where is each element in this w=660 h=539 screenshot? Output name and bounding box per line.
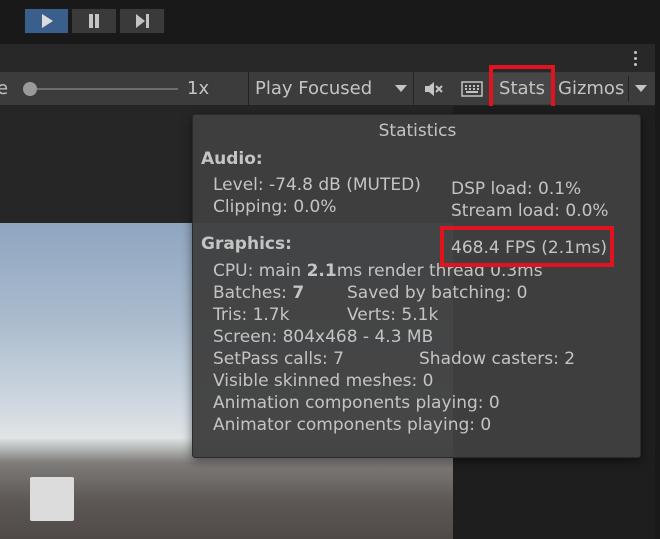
mute-icon [425,81,443,96]
batches-value: 7 [292,283,305,303]
fps-highlight-box [440,226,614,267]
mute-audio-button[interactable] [416,73,452,104]
scale-slider-thumb[interactable] [23,82,37,96]
cpu-main-value: 2.1 [306,261,337,281]
scene-cube [30,477,74,521]
setpass-calls: SetPass calls: 7 [213,349,344,369]
more-options-icon[interactable] [626,48,644,68]
toolbar-divider [413,72,414,105]
scale-slider-track[interactable] [30,88,178,90]
game-view-tab-strip [0,44,655,72]
tris: Tris: 1.7k [213,305,290,325]
visible-skinned-meshes: Visible skinned meshes: 0 [213,371,434,391]
dropdown-arrow-icon [635,85,647,92]
scale-value: 1x [187,78,210,99]
gizmos-dropdown-button[interactable] [628,73,655,104]
statistics-title: Statistics [378,121,457,141]
scale-label: e [0,78,9,99]
audio-header: Audio: [201,149,263,169]
stream-load: Stream load: 0.0% [451,201,609,221]
batches-prefix: Batches: [213,283,293,303]
verts: Verts: 5.1k [347,305,439,325]
step-icon [136,14,149,28]
gizmos-button-label: Gizmos [558,78,625,99]
animator-components: Animator components playing: 0 [213,415,492,435]
keyboard-icon [461,80,483,97]
shadow-casters: Shadow casters: 2 [419,349,576,369]
dropdown-arrow-icon [395,85,407,92]
dsp-load: DSP load: 0.1% [451,179,582,199]
play-mode-label: Play Focused [255,78,373,99]
pause-button[interactable] [71,8,117,34]
play-button[interactable] [24,8,69,34]
pause-icon [89,14,99,28]
shortcuts-button[interactable] [454,73,490,104]
statistics-panel: Statistics Audio: Level: -74.8 dB (MUTED… [192,114,641,458]
play-mode-dropdown[interactable]: Play Focused [249,73,412,104]
graphics-header: Graphics: [201,234,292,254]
audio-clipping: Clipping: 0.0% [213,197,337,217]
cpu-prefix: CPU: main [213,261,307,281]
window-edge [655,44,660,539]
saved-by-batching: Saved by batching: 0 [347,283,528,303]
step-button[interactable] [119,8,165,34]
screen-info: Screen: 804x468 - 4.3 MB [213,327,434,347]
play-icon [41,14,53,28]
animation-components: Animation components playing: 0 [213,393,500,413]
batches: Batches: 7 [213,283,304,304]
audio-level: Level: -74.8 dB (MUTED) [213,175,421,195]
